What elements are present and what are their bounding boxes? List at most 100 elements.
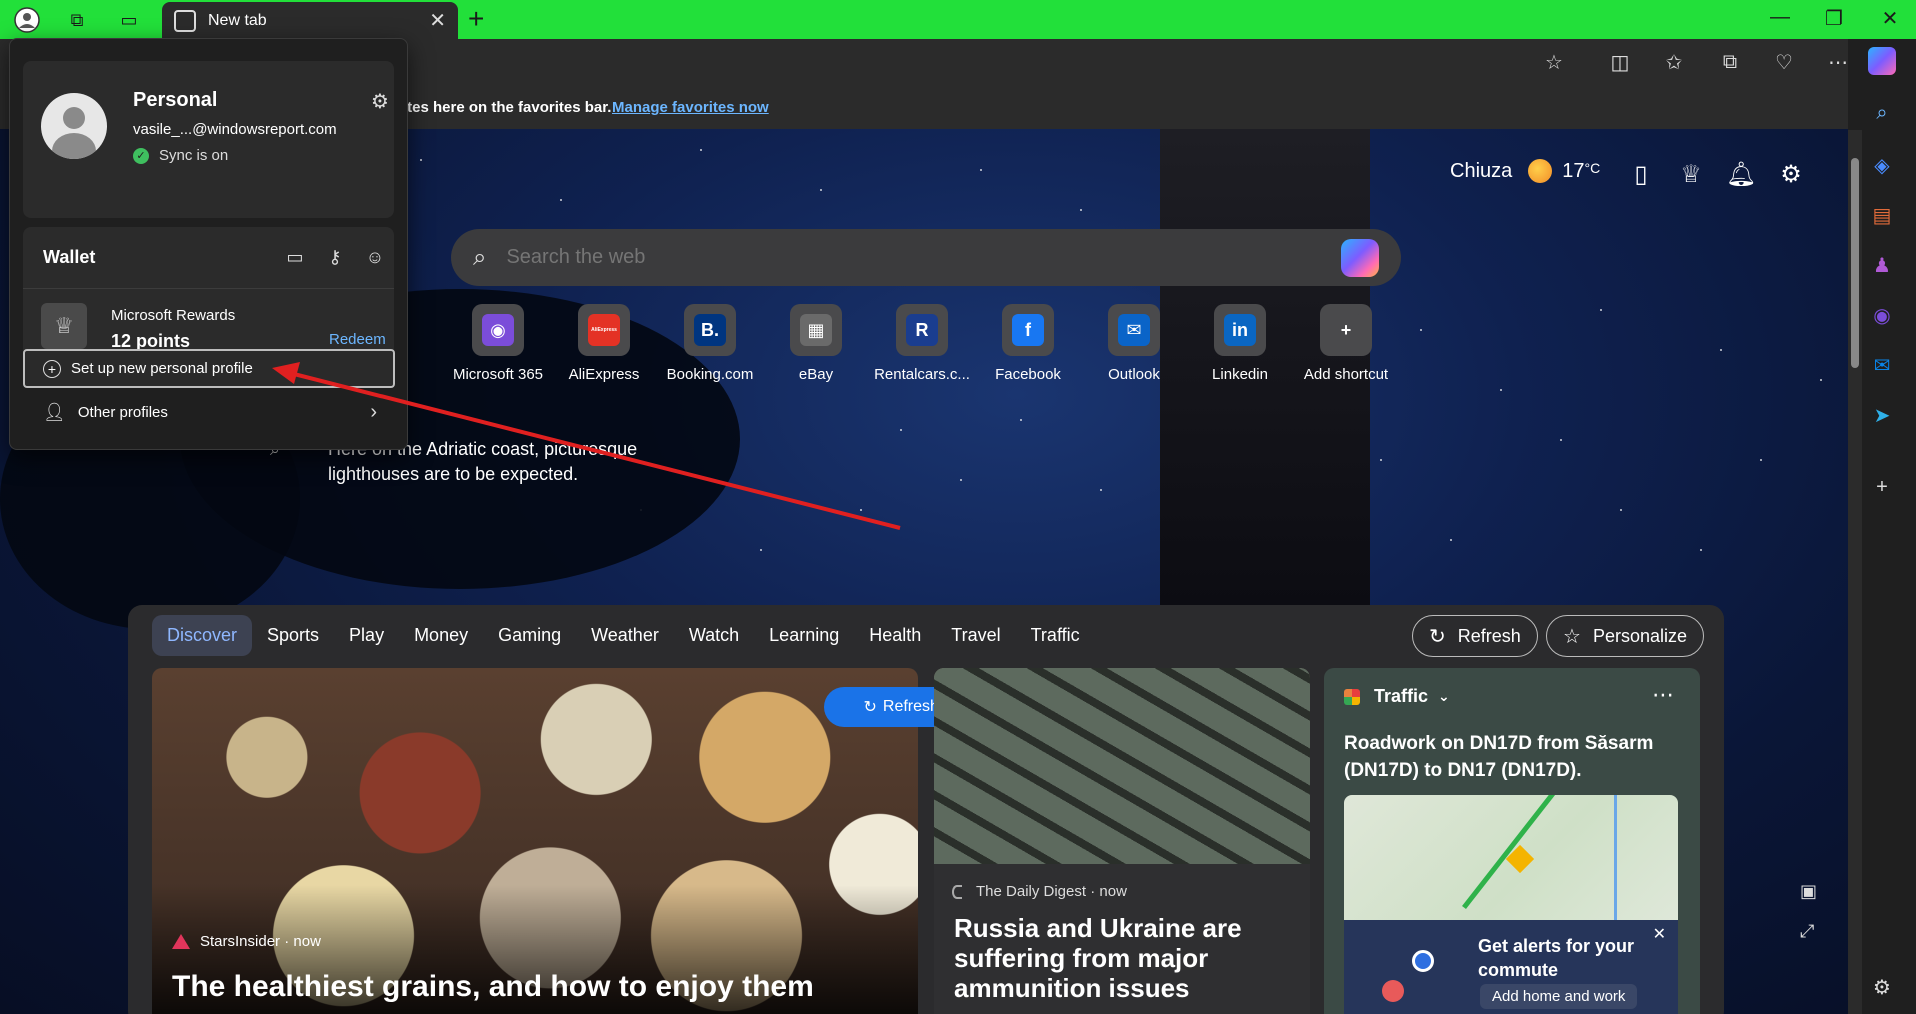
other-profiles-item[interactable]: 👤︎ Other profiles › [23,393,395,432]
workspaces-icon[interactable]: ⧉ [62,5,92,35]
personalize-label: Personalize [1592,625,1687,646]
star [1720,349,1722,351]
shortcut-label: Facebook [995,366,1061,383]
traffic-header[interactable]: Traffic ⌄ [1344,686,1450,707]
weather-widget[interactable]: Chiuza 17 °C [1450,159,1600,183]
copilot-icon[interactable] [1868,47,1896,75]
shortcut-tile-icon[interactable]: ▦ [790,304,842,356]
feed-tab-sports[interactable]: Sports [252,615,334,656]
star [420,159,422,161]
refresh-button[interactable]: ↻ Refresh [1412,615,1538,657]
profile-email: vasile_...@windowsreport.com [133,121,337,138]
wallet-title[interactable]: Wallet [43,247,95,268]
card-title[interactable]: The healthiest grains, and how to enjoy … [172,970,814,1004]
feed-tabs: Discover Sports Play Money Gaming Weather Watc… [152,615,1095,656]
outlook-icon[interactable]: ✉ [1868,351,1896,379]
close-window-button[interactable]: ✕ [1870,6,1910,31]
notifications-bell-icon[interactable]: 🔔︎ [1724,157,1758,191]
shortcut-tile-icon[interactable]: R [896,304,948,356]
restore-button[interactable]: ❐ [1814,6,1854,31]
feed-tab-play[interactable]: Play [334,615,399,656]
copilot-icon[interactable] [1341,238,1379,277]
page-settings-gear-icon[interactable]: ⚙ [1774,157,1808,191]
tab-new-tab[interactable]: New tab ✕ [162,2,458,39]
news-feed: Discover Sports Play Money Gaming Weather Watc… [128,605,1724,1014]
feed-tab-weather[interactable]: Weather [576,615,674,656]
feed-tab-learning[interactable]: Learning [754,615,854,656]
news-card-grains[interactable]: StarsInsider · now The healthiest grains… [152,668,918,1014]
mobile-icon[interactable]: ▯ [1624,157,1658,191]
shortcut-tile-icon[interactable]: ◉ [472,304,524,356]
shortcut-tile-icon[interactable]: ✉ [1108,304,1160,356]
feed-tab-discover[interactable]: Discover [152,615,253,656]
shortcut-item[interactable]: ✉ Outlook [1081,304,1187,383]
tab-actions-icon[interactable]: ▭ [114,5,144,35]
image-gallery-icon[interactable]: ▣ [1800,881,1817,902]
shortcut-tile-icon[interactable]: AliExpress [578,304,630,356]
star [1600,309,1602,311]
shortcut-item[interactable]: AliExpress AliExpress [551,304,657,383]
add-sidebar-app-icon[interactable]: + [1868,473,1896,501]
microsoft-365-icon[interactable]: ◉ [1868,301,1896,329]
feed-tab-gaming[interactable]: Gaming [483,615,576,656]
shortcut-item[interactable]: ◉ Microsoft 365 [445,304,551,383]
minimize-button[interactable]: — [1760,6,1800,29]
card-title[interactable]: Russia and Ukraine are suffering from ma… [954,913,1294,1003]
collections-icon[interactable]: ⧉ [1714,47,1746,77]
more-options-icon[interactable]: ⋯ [1652,682,1674,708]
shortcut-tile-icon[interactable]: in [1214,304,1266,356]
feed-tab-travel[interactable]: Travel [936,615,1015,656]
favorites-icon[interactable]: ✩ [1658,47,1690,77]
manage-favorites-link[interactable]: Manage favorites now [612,99,769,116]
title-bar: ⧉ ▭ New tab ✕ + — ❐ ✕ [0,0,1916,39]
add-home-work-button[interactable]: Add home and work [1480,984,1638,1009]
search-input[interactable] [506,246,1341,269]
shortcut-item[interactable]: f Facebook [975,304,1081,383]
split-screen-icon[interactable]: ◫ [1604,47,1636,77]
feed-tab-watch[interactable]: Watch [674,615,754,656]
sidebar-settings-icon[interactable]: ⚙ [1868,973,1896,1001]
shortcut-tile-icon[interactable]: B. [684,304,736,356]
games-icon[interactable]: ♟ [1868,251,1896,279]
payment-card-icon[interactable]: ▭ [283,247,307,268]
drop-icon[interactable]: ➤ [1868,401,1896,429]
shortcut-label: Add shortcut [1303,366,1389,383]
shortcut-tile-icon[interactable]: + [1320,304,1372,356]
profile-button[interactable] [12,5,42,35]
tab-close-icon[interactable]: ✕ [429,8,446,33]
tools-icon[interactable]: ▤ [1868,201,1896,229]
favorite-star-icon[interactable]: ☆ [1538,47,1570,77]
news-card-ammunition[interactable]: The Daily Digest · now Russia and Ukrain… [934,668,1310,1014]
shortcut-item[interactable]: in Linkedin [1187,304,1293,383]
shopping-icon[interactable]: ◈ [1868,151,1896,179]
traffic-headline[interactable]: Roadwork on DN17D from Săsarm (DN17D) to… [1344,730,1684,784]
feed-tab-health[interactable]: Health [854,615,936,656]
feed-tab-money[interactable]: Money [399,615,483,656]
redeem-link[interactable]: Redeem [329,331,386,348]
scrollbar-thumb[interactable] [1851,158,1859,368]
new-tab-button[interactable]: + [468,3,484,35]
personalize-button[interactable]: ☆ Personalize [1546,615,1704,657]
shortcut-item[interactable]: R Rentalcars.c... [869,304,975,383]
rewards-icon[interactable]: ♕ [1674,157,1708,191]
profile-settings-gear-icon[interactable]: ⚙ [371,89,389,114]
browser-essentials-icon[interactable]: ♡ [1768,47,1800,77]
shortcut-item[interactable]: + Add shortcut [1293,304,1399,383]
search-icon[interactable]: ⌕ [1868,99,1896,127]
shortcut-item[interactable]: B. Booking.com [657,304,763,383]
page-scrollbar[interactable] [1848,130,1862,1014]
card-image [934,668,1310,864]
setup-new-profile-button[interactable]: + Set up new personal profile [23,349,395,388]
feed-tab-traffic[interactable]: Traffic [1016,615,1095,656]
expand-icon[interactable]: ⤢ [1800,921,1814,942]
shortcut-item[interactable]: ▦ eBay [763,304,869,383]
web-search-box[interactable]: ⌕ [451,229,1401,286]
shortcut-tile-icon[interactable]: f [1002,304,1054,356]
password-key-icon[interactable]: ⚷ [323,247,347,268]
traffic-map[interactable]: Get alerts for your commute ✕ Add home a… [1344,795,1678,1014]
personal-info-icon[interactable]: ☺ [363,247,387,268]
traffic-card[interactable]: Traffic ⌄ ⋯ Roadwork on DN17D from Săsar… [1324,668,1700,1014]
close-icon[interactable]: ✕ [1653,924,1666,944]
card-source: The Daily Digest · now [952,883,1127,900]
location-pin-icon [1412,950,1434,972]
